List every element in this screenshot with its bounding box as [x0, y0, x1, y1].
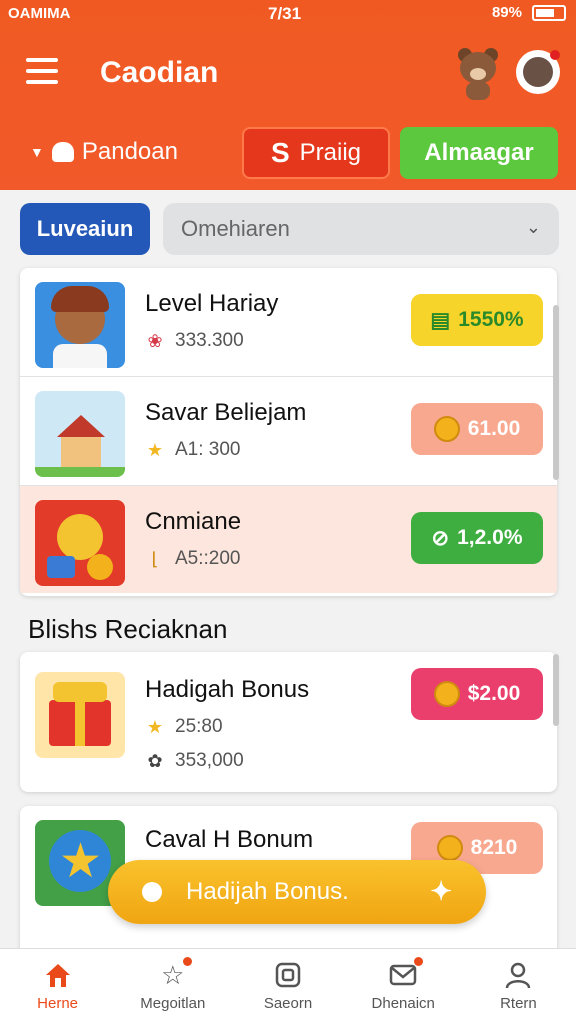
plus-icon: ✦ — [430, 876, 452, 906]
filter-chip[interactable]: Luveaiun — [20, 203, 150, 255]
item-meta: ★ A1: 300 — [145, 439, 241, 461]
item-meta: ✿ 353,000 — [145, 750, 244, 772]
chat-icon — [142, 882, 162, 902]
chevron-down-icon: ⌄ — [525, 217, 541, 237]
filter-select[interactable]: Omehiaren ⌄ — [163, 203, 559, 255]
carrier-label: OAMIMA — [8, 5, 71, 22]
item-value: 353,000 — [175, 750, 244, 771]
reward-value: $2.00 — [467, 682, 521, 705]
location-label: Pandoan — [81, 138, 178, 165]
battery-icon — [532, 4, 566, 21]
dollar-icon: S — [270, 137, 290, 168]
nav-label: Saeorn — [263, 995, 313, 1012]
clock: 7/31 — [268, 4, 302, 23]
item-value: A1: 300 — [175, 439, 241, 460]
paw-icon: ✿ — [147, 750, 163, 771]
reward-badge[interactable]: $2.00 — [411, 668, 543, 720]
avatar[interactable] — [516, 50, 560, 94]
reward-value: 61.00 — [467, 417, 521, 440]
item-meta: ⌊ A5::200 — [145, 548, 241, 570]
item-value: A5::200 — [175, 548, 241, 569]
bear-mascot-icon[interactable] — [456, 48, 500, 100]
paid-button-label: Praiig — [299, 139, 362, 166]
chevron-down-icon: ▼ — [30, 144, 44, 160]
coin-icon — [436, 835, 463, 861]
coin-icon — [433, 416, 460, 442]
reward-value: 1550% — [458, 308, 524, 331]
item-value: 25:80 — [175, 716, 223, 737]
item-meta: ❀ 333.300 — [145, 330, 244, 352]
location-selector[interactable]: ▼ Pandoan — [30, 138, 178, 166]
list-item[interactable]: Level Hariay ❀ 333.300 ▤ 1550% — [20, 268, 557, 376]
mail-icon — [389, 961, 417, 989]
cash-icon: ▤ — [430, 308, 451, 332]
nav-messages[interactable]: Dhenaicn — [346, 949, 461, 1024]
percent-icon: ⊘ — [431, 526, 450, 550]
nav-favorites[interactable]: ☆ Megoitlan — [115, 949, 230, 1024]
item-title: Level Hariay — [145, 290, 279, 317]
reward-badge[interactable]: ⊘ 1,2.0% — [411, 512, 543, 564]
floating-bonus-button[interactable]: Hadijah Bonus. ✦ — [108, 860, 486, 924]
item-value: 333.300 — [175, 330, 244, 351]
item-title: Savar Beliejam — [145, 399, 307, 426]
scrollbar[interactable] — [553, 654, 559, 726]
list-item[interactable]: Savar Beliejam ★ A1: 300 61.00 — [20, 376, 557, 484]
reward-badge[interactable]: 61.00 — [411, 403, 543, 455]
bell-icon — [51, 142, 74, 162]
user-icon — [504, 961, 532, 989]
nav-label: Herne — [37, 995, 79, 1012]
nav-label: Rtern — [500, 995, 537, 1012]
nav-home[interactable]: Herne — [0, 949, 115, 1024]
coin-icon — [433, 681, 460, 707]
nav-profile[interactable]: Rtern — [461, 949, 576, 1024]
status-bar: OAMIMA 7/31 89% — [0, 0, 576, 30]
list-item[interactable]: Cnmiane ⌊ A5::200 ⊘ 1,2.0% — [20, 485, 557, 593]
notification-dot — [413, 957, 423, 966]
chart-icon: ⌊ — [151, 548, 159, 569]
bonus-card[interactable]: Hadigah Bonus ★ 25:80 ✿ 353,000 $2.00 — [20, 652, 557, 792]
menu-button[interactable] — [26, 58, 58, 86]
app-header: OAMIMA 7/31 89% Caodian ▼ Pandoan S Prai… — [0, 0, 576, 190]
character-thumbnail-icon — [35, 282, 125, 368]
coins-thumbnail-icon — [35, 500, 125, 586]
primary-action-button[interactable]: Almaagar — [400, 127, 558, 179]
gift-box-thumbnail-icon — [35, 672, 125, 758]
reward-value: 1,2.0% — [457, 526, 523, 549]
floating-bonus-label: Hadijah Bonus. — [186, 878, 349, 905]
scrollbar[interactable] — [553, 305, 559, 480]
offer-list: Level Hariay ❀ 333.300 ▤ 1550% Savar Bel… — [20, 268, 557, 596]
star-icon: ☆ — [161, 959, 185, 990]
item-title: Hadigah Bonus — [145, 676, 310, 703]
notification-dot — [183, 957, 193, 966]
notification-dot — [550, 50, 560, 60]
reward-badge[interactable]: ▤ 1550% — [411, 294, 543, 346]
item-title: Caval H Bonum — [145, 826, 314, 853]
filter-select-value: Omehiaren — [181, 216, 290, 241]
home-icon — [44, 961, 72, 989]
nav-label: Dhenaicn — [371, 995, 435, 1012]
section-title: Blishs Reciaknan — [28, 614, 228, 644]
paid-button[interactable]: S Praiig — [242, 127, 390, 179]
app-title: Caodian — [100, 56, 219, 89]
nav-search[interactable]: Saeorn — [230, 949, 345, 1024]
square-icon — [274, 961, 302, 989]
reward-value: 8210 — [470, 836, 518, 859]
primary-action-label: Almaagar — [424, 139, 534, 166]
star-icon: ★ — [146, 439, 164, 460]
house-thumbnail-icon — [35, 391, 125, 477]
status-icons: 89% — [492, 4, 566, 21]
gift-icon: ❀ — [147, 330, 163, 351]
nav-label: Megoitlan — [140, 995, 206, 1012]
item-meta: ★ 25:80 — [145, 716, 223, 738]
battery-percent: 89% — [491, 4, 522, 21]
star-icon: ★ — [146, 716, 164, 737]
bottom-nav: Herne ☆ Megoitlan Saeorn Dhenaicn Rtern — [0, 948, 576, 1024]
item-title: Cnmiane — [145, 508, 242, 535]
